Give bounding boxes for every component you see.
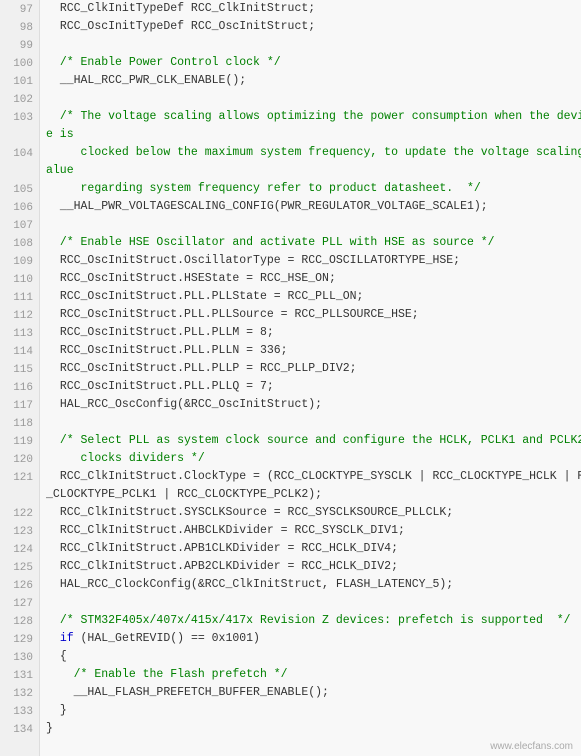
ln-101: 101: [0, 72, 39, 90]
ln-99: 99: [0, 36, 39, 54]
ln-121b: [0, 486, 39, 504]
code-line-120: clocks dividers */: [46, 450, 581, 468]
code-line-105: regarding system frequency refer to prod…: [46, 180, 581, 198]
ln-121: 121: [0, 468, 39, 486]
code-line-130: {: [46, 648, 581, 666]
code-line-132: __HAL_FLASH_PREFETCH_BUFFER_ENABLE();: [46, 684, 581, 702]
code-line-111: RCC_OscInitStruct.PLL.PLLState = RCC_PLL…: [46, 288, 581, 306]
ln-114: 114: [0, 342, 39, 360]
code-line-116: RCC_OscInitStruct.PLL.PLLQ = 7;: [46, 378, 581, 396]
code-line-98: RCC_OscInitTypeDef RCC_OscInitStruct;: [46, 18, 581, 36]
code-line-125: RCC_ClkInitStruct.APB2CLKDivider = RCC_H…: [46, 558, 581, 576]
watermark: www.elecfans.com: [490, 741, 573, 752]
ln-134: 134: [0, 720, 39, 738]
code-line-103: /* The voltage scaling allows optimizing…: [46, 108, 581, 126]
ln-98: 98: [0, 18, 39, 36]
code-line-109: RCC_OscInitStruct.OscillatorType = RCC_O…: [46, 252, 581, 270]
ln-118: 118: [0, 414, 39, 432]
ln-127: 127: [0, 594, 39, 612]
ln-110: 110: [0, 270, 39, 288]
ln-116: 116: [0, 378, 39, 396]
ln-112: 112: [0, 306, 39, 324]
ln-100: 100: [0, 54, 39, 72]
code-line-107: [46, 216, 581, 234]
code-line-134: }: [46, 720, 581, 738]
ln-133: 133: [0, 702, 39, 720]
ln-104b: [0, 162, 39, 180]
ln-119: 119: [0, 432, 39, 450]
ln-128: 128: [0, 612, 39, 630]
code-line-97: RCC_ClkInitTypeDef RCC_ClkInitStruct;: [46, 0, 581, 18]
code-line-133: }: [46, 702, 581, 720]
line-numbers: 97 98 99 100 101 102 103 104 105 106 107…: [0, 0, 40, 756]
ln-108: 108: [0, 234, 39, 252]
ln-113: 113: [0, 324, 39, 342]
ln-115: 115: [0, 360, 39, 378]
ln-122: 122: [0, 504, 39, 522]
code-line-127: [46, 594, 581, 612]
code-line-110: RCC_OscInitStruct.HSEState = RCC_HSE_ON;: [46, 270, 581, 288]
code-line-101: __HAL_RCC_PWR_CLK_ENABLE();: [46, 72, 581, 90]
ln-123: 123: [0, 522, 39, 540]
code-line-129: if (HAL_GetREVID() == 0x1001): [46, 630, 581, 648]
code-line-106: __HAL_PWR_VOLTAGESCALING_CONFIG(PWR_REGU…: [46, 198, 581, 216]
code-line-121: RCC_ClkInitStruct.ClockType = (RCC_CLOCK…: [46, 468, 581, 486]
ln-130: 130: [0, 648, 39, 666]
ln-97: 97: [0, 0, 39, 18]
code-line-128: /* STM32F405x/407x/415x/417x Revision Z …: [46, 612, 581, 630]
code-line-100: /* Enable Power Control clock */: [46, 54, 581, 72]
ln-105: 105: [0, 180, 39, 198]
ln-111: 111: [0, 288, 39, 306]
ln-129: 129: [0, 630, 39, 648]
ln-124: 124: [0, 540, 39, 558]
code-line-99: [46, 36, 581, 54]
ln-131: 131: [0, 666, 39, 684]
code-line-108: /* Enable HSE Oscillator and activate PL…: [46, 234, 581, 252]
ln-106: 106: [0, 198, 39, 216]
ln-103b: [0, 126, 39, 144]
ln-104: 104: [0, 144, 39, 162]
code-line-115: RCC_OscInitStruct.PLL.PLLP = RCC_PLLP_DI…: [46, 360, 581, 378]
code-line-122: RCC_ClkInitStruct.SYSCLKSource = RCC_SYS…: [46, 504, 581, 522]
code-line-118: [46, 414, 581, 432]
code-line-113: RCC_OscInitStruct.PLL.PLLM = 8;: [46, 324, 581, 342]
code-line-102: [46, 90, 581, 108]
code-line-121b: _CLOCKTYPE_PCLK1 | RCC_CLOCKTYPE_PCLK2);: [46, 486, 581, 504]
code-line-131: /* Enable the Flash prefetch */: [46, 666, 581, 684]
code-line-104b: alue: [46, 162, 581, 180]
ln-125: 125: [0, 558, 39, 576]
code-line-124: RCC_ClkInitStruct.APB1CLKDivider = RCC_H…: [46, 540, 581, 558]
code-line-114: RCC_OscInitStruct.PLL.PLLN = 336;: [46, 342, 581, 360]
code-area: RCC_ClkInitTypeDef RCC_ClkInitStruct; RC…: [40, 0, 581, 756]
code-line-103b: e is: [46, 126, 581, 144]
ln-102: 102: [0, 90, 39, 108]
ln-109: 109: [0, 252, 39, 270]
code-line-104: clocked below the maximum system frequen…: [46, 144, 581, 162]
ln-107: 107: [0, 216, 39, 234]
ln-103: 103: [0, 108, 39, 126]
code-line-123: RCC_ClkInitStruct.AHBCLKDivider = RCC_SY…: [46, 522, 581, 540]
code-line-112: RCC_OscInitStruct.PLL.PLLSource = RCC_PL…: [46, 306, 581, 324]
code-line-126: HAL_RCC_ClockConfig(&RCC_ClkInitStruct, …: [46, 576, 581, 594]
code-container: 97 98 99 100 101 102 103 104 105 106 107…: [0, 0, 581, 756]
ln-117: 117: [0, 396, 39, 414]
code-line-119: /* Select PLL as system clock source and…: [46, 432, 581, 450]
code-line-117: HAL_RCC_OscConfig(&RCC_OscInitStruct);: [46, 396, 581, 414]
ln-126: 126: [0, 576, 39, 594]
ln-120: 120: [0, 450, 39, 468]
ln-132: 132: [0, 684, 39, 702]
